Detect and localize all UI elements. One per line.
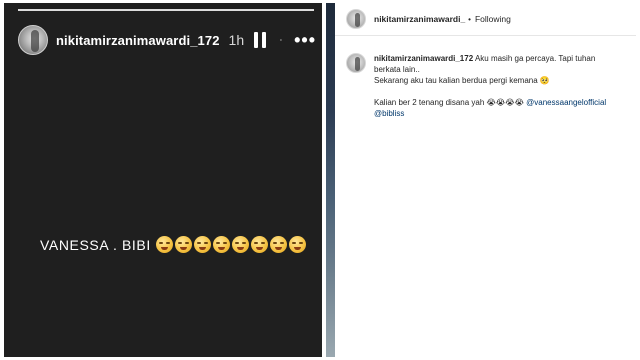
post-image-edge [326, 3, 335, 357]
crying-face-emoji-icon [288, 236, 306, 253]
following-button[interactable]: Following [475, 14, 511, 24]
story-caption-text: VANESSA . BIBI [40, 236, 151, 253]
crying-face-emoji-icon [250, 236, 268, 253]
crying-face-emoji-icon [193, 236, 211, 253]
avatar[interactable] [346, 53, 366, 73]
story-username[interactable]: nikitamirzanimawardi_172 [56, 33, 220, 48]
avatar[interactable] [346, 9, 366, 29]
crying-face-emoji-icon [269, 236, 287, 253]
dot-separator: • [468, 14, 471, 24]
comment-line-3: Kalian ber 2 tenang disana yah 😭😭😭😭 [374, 98, 524, 107]
more-options-icon[interactable]: ••• [294, 31, 316, 49]
emoji-row [155, 236, 306, 253]
progress-segment [18, 9, 314, 11]
crying-face-emoji-icon [212, 236, 230, 253]
mention-link[interactable]: @vanessaangelofficial [526, 98, 606, 107]
story-viewer[interactable]: nikitamirzanimawardi_172 1h ••• VANESSA … [4, 3, 322, 357]
crying-face-emoji-icon [231, 236, 249, 253]
crying-face-emoji-icon [155, 236, 173, 253]
post-panel: nikitamirzanimawardi_ • Following nikita… [335, 3, 636, 357]
story-timestamp: 1h [228, 32, 245, 48]
comment-body: nikitamirzanimawardi_172 Aku masih ga pe… [374, 53, 624, 119]
pause-icon[interactable] [254, 32, 267, 48]
post-header: nikitamirzanimawardi_ • Following [335, 3, 636, 35]
crying-face-emoji-icon [174, 236, 192, 253]
story-progress-bar [18, 9, 314, 11]
comment-line-2: Sekarang aku tau kalian berdua pergi kem… [374, 76, 550, 85]
story-caption: VANESSA . BIBI [40, 236, 306, 253]
post-username[interactable]: nikitamirzanimawardi_ [374, 14, 465, 24]
avatar[interactable] [18, 25, 48, 55]
story-header: nikitamirzanimawardi_172 1h ••• [18, 25, 316, 55]
comment-username[interactable]: nikitamirzanimawardi_172 [374, 54, 473, 63]
mute-icon[interactable] [280, 31, 282, 49]
mention-link[interactable]: @bibliss [374, 109, 404, 118]
header-divider [335, 35, 636, 36]
caption-comment: nikitamirzanimawardi_172 Aku masih ga pe… [346, 53, 630, 119]
